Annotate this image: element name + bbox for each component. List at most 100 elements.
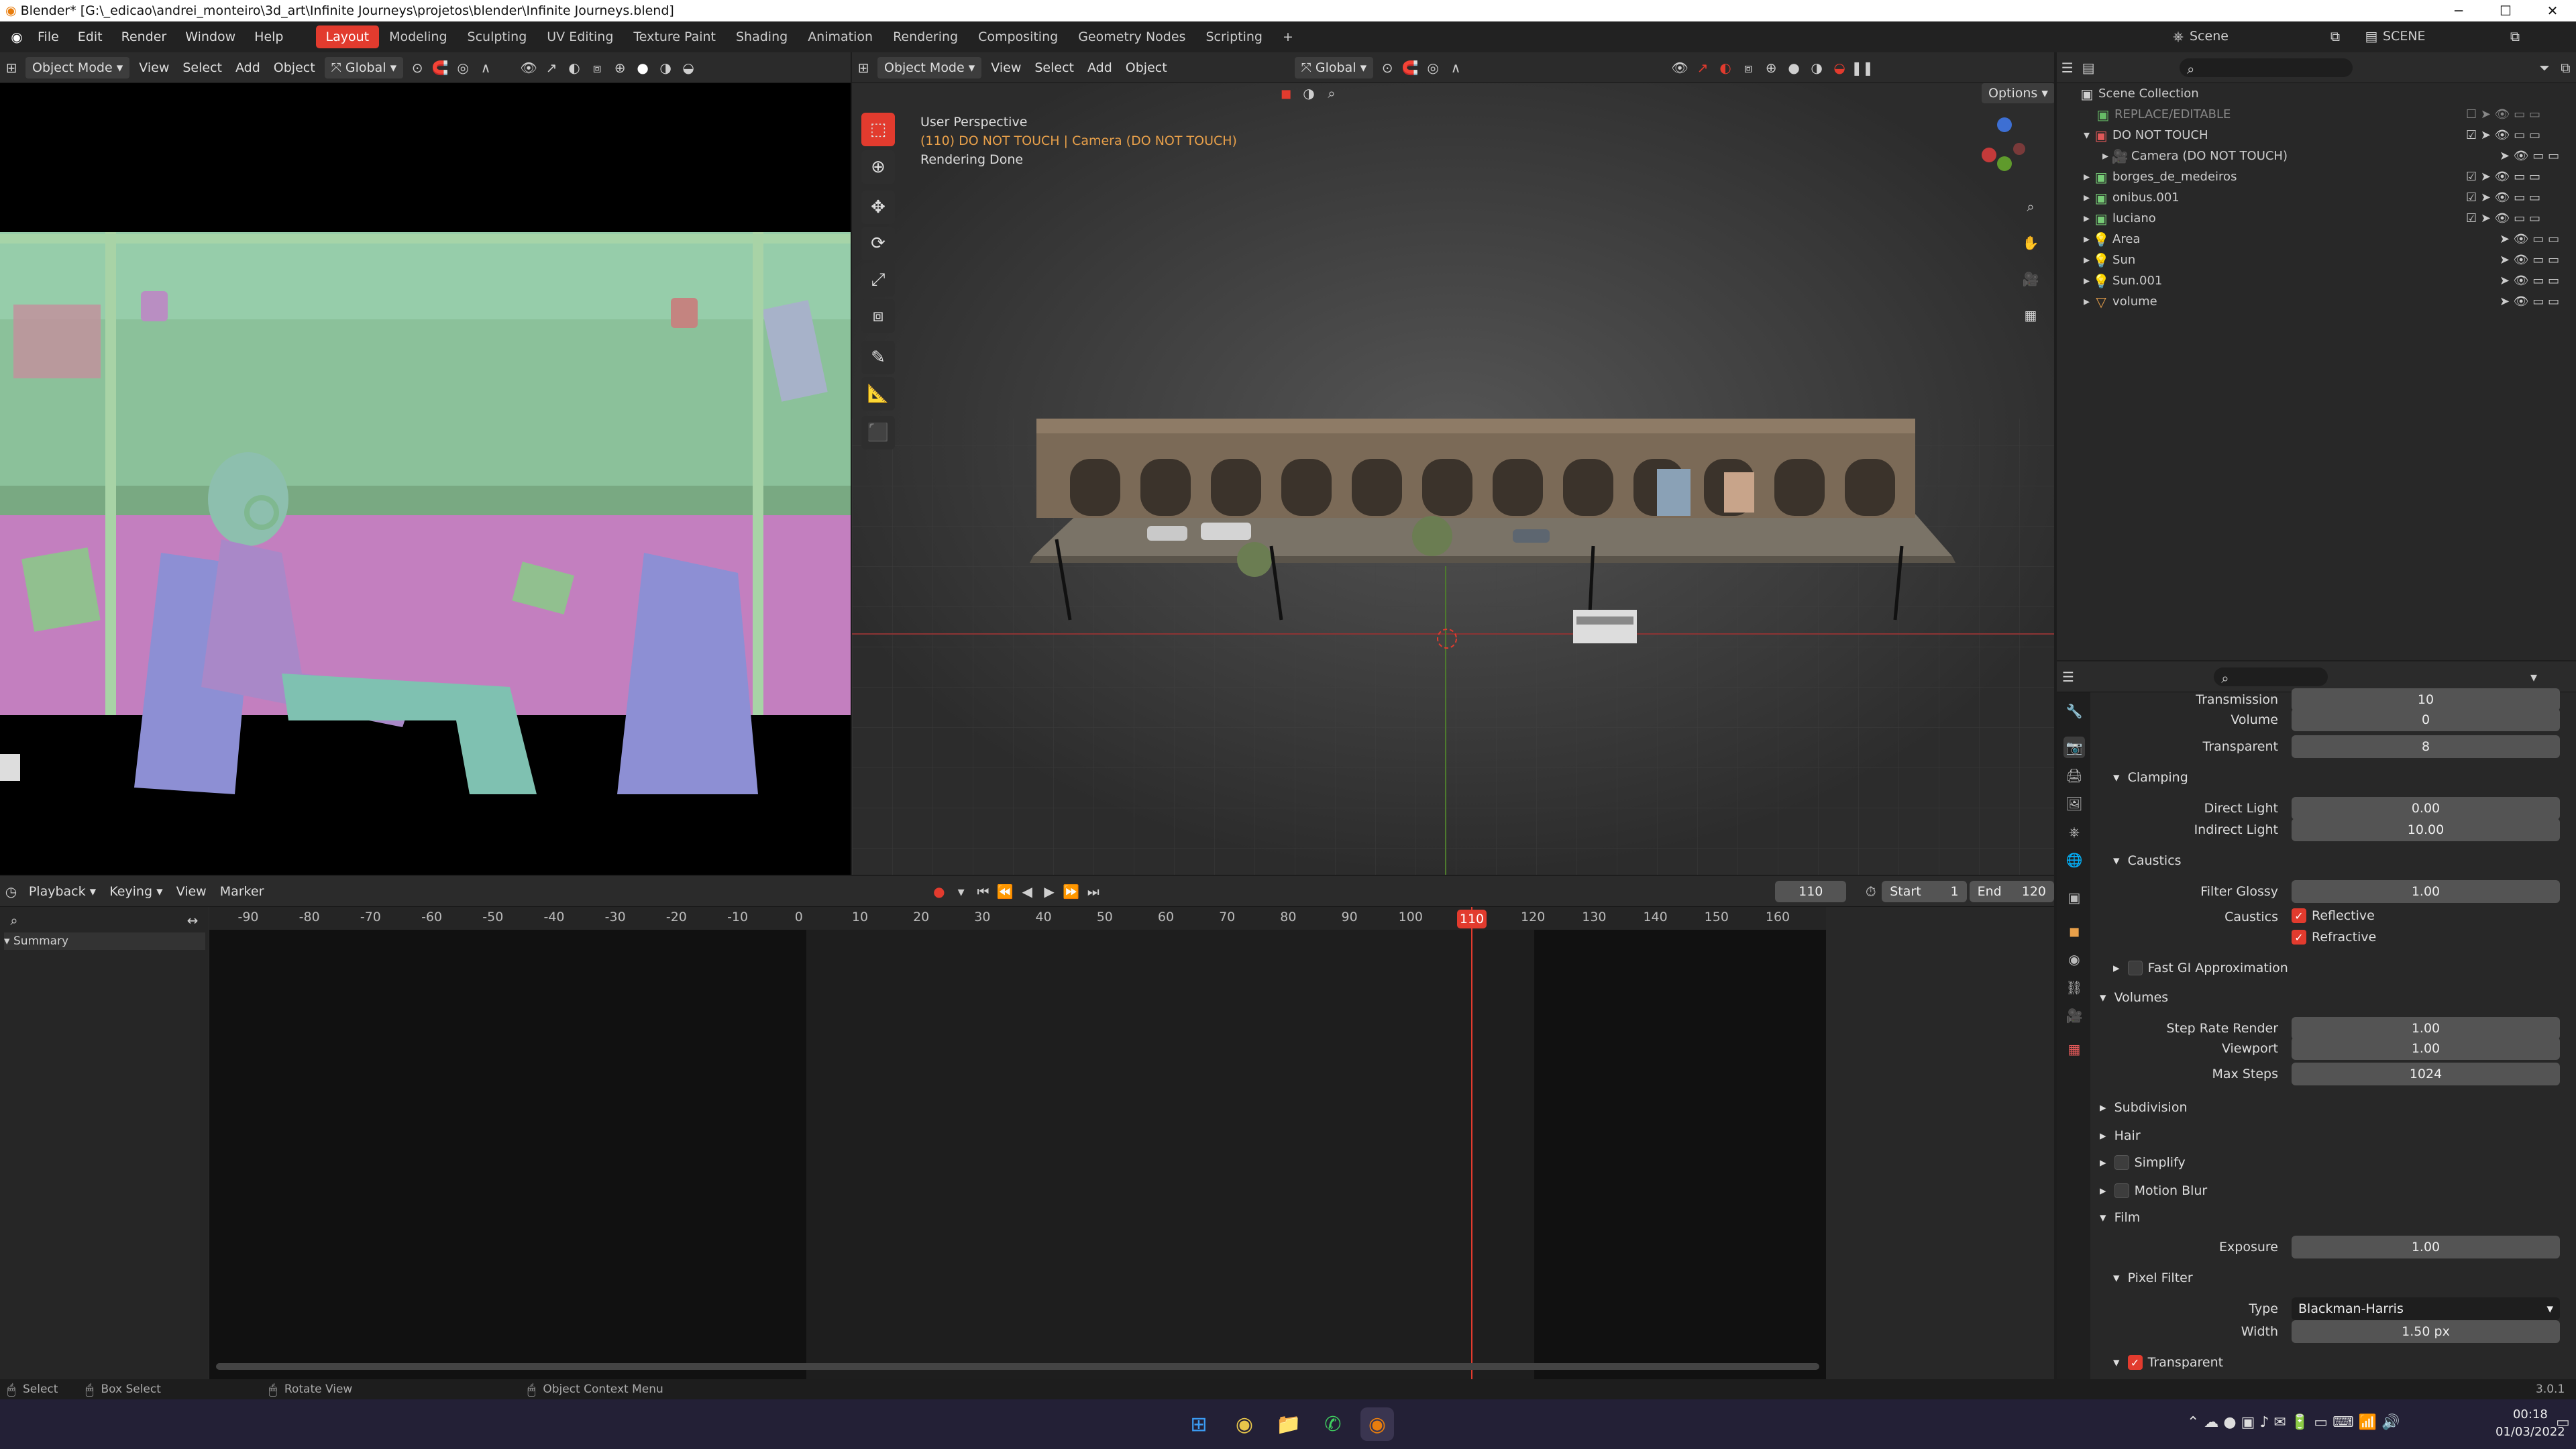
tab-scripting[interactable]: Scripting [1195,25,1273,48]
playhead-frame-badge[interactable]: 110 [1457,910,1487,928]
stopwatch-icon[interactable]: ⏱ [1860,881,1882,902]
indirect-light-field[interactable]: 10.00 [2292,818,2560,841]
pin-dropdown-icon[interactable]: ▾ [2522,666,2545,688]
pan-hand-icon[interactable]: ✋ [2019,232,2042,254]
vp-snap-icon[interactable]: 🧲 [1399,57,1421,78]
transmission-field[interactable]: 10 [2292,688,2560,711]
timeline-view-menu[interactable]: View [170,881,213,902]
filter-glossy-field[interactable]: 1.00 [2292,880,2560,903]
cam-orientation-dropdown[interactable]: ⤧ Global ▾ [324,56,404,78]
vp-pivot-icon[interactable]: ⊙ [1376,57,1399,78]
record-icon[interactable]: ● [928,881,950,902]
subdivision-section[interactable]: ▸ Subdivision [2100,1100,2188,1115]
tab-sculpting[interactable]: Sculpting [458,25,537,48]
tab-geometry-nodes[interactable]: Geometry Nodes [1068,25,1195,48]
motion-blur-section[interactable]: ▸ Motion Blur [2100,1183,2207,1198]
vp-view-menu[interactable]: View [984,57,1028,78]
expand-arrow-icon[interactable]: ▸ [2084,294,2090,309]
row-toggles[interactable]: ☑ ➤ 👁 ▭ ▭ [2466,191,2540,205]
pass-icon[interactable]: ◑ [1297,83,1320,104]
new-scene-icon[interactable]: ⧉ [2324,25,2347,47]
vp-solid-icon[interactable]: ● [1782,57,1805,78]
simplify-section[interactable]: ▸ Simplify [2100,1155,2186,1170]
keying-menu[interactable]: Keying ▾ [103,881,169,902]
outliner[interactable]: ▣ Scene Collection ▣ REPLACE/EDITABLE ☐ ➤ … [2057,83,2576,660]
whatsapp-icon[interactable]: ✆ [1316,1407,1350,1441]
new-collection-icon[interactable]: ⧉ [2555,57,2576,78]
play-icon[interactable]: ▶ [1038,881,1061,902]
pivot-icon[interactable]: ⊙ [406,57,429,78]
outliner-editor-icon[interactable]: ☰ [2057,57,2078,78]
timeline-scrollbar[interactable] [216,1363,1819,1370]
close-button[interactable]: ✕ [2529,0,2576,21]
proportional-icon[interactable]: ◎ [451,57,474,78]
refractive-checkbox[interactable]: ✓ Refractive [2292,930,2376,945]
menu-help[interactable]: Help [245,25,292,48]
outliner-row-luciano[interactable]: ▸ ▣ luciano ☑ ➤ 👁 ▭ ▭ [2057,208,2576,229]
tab-shading[interactable]: Shading [726,25,798,48]
wireframe-shading-icon[interactable]: ⊕ [608,57,631,78]
summary-channel[interactable]: ▾ Summary [4,932,205,950]
tab-texture-paint[interactable]: Texture Paint [623,25,726,48]
windows-start-icon[interactable]: ⊞ [1182,1407,1216,1441]
outliner-row-onibus[interactable]: ▸ ▣ onibus.001 ☑ ➤ 👁 ▭ ▭ [2057,187,2576,208]
max-steps-field[interactable]: 1024 [2292,1063,2560,1085]
camera-view[interactable] [0,83,851,875]
row-toggles[interactable]: ☑ ➤ 👁 ▭ ▭ [2466,128,2540,142]
timeline-editor[interactable]: ◷ Playback ▾ Keying ▾ View Marker ● ▾ ⏮ … [0,876,2055,1379]
expand-arrow-icon[interactable]: ▸ [2084,211,2090,225]
outliner-search-input[interactable]: ⌕ [2179,58,2353,77]
row-toggles[interactable]: ➤ 👁 ▭ ▭ [2500,232,2559,246]
editor-type-icon[interactable]: ⊞ [0,57,23,78]
menu-render[interactable]: Render [112,25,176,48]
check-icon[interactable]: ✓ [2127,1355,2143,1370]
vp-visibility-icon[interactable]: 👁 [1668,57,1691,78]
row-toggles[interactable]: ☐ ➤ 👁 ▭ ▭ [2466,107,2540,121]
minimize-button[interactable]: ─ [2435,0,2482,21]
expand-arrow-icon[interactable]: ▸ [2084,170,2090,184]
volume-bounces-field[interactable]: 0 [2292,708,2560,731]
properties-panel[interactable]: 🔧 📷 🖨 🖼 ⎈ 🌐 ▣ ◼ ◉ ⛓ 🎥 ▦ Transmission 10 … [2057,688,2576,1379]
outliner-row-replace-editable[interactable]: ▣ REPLACE/EDITABLE ☐ ➤ 👁 ▭ ▭ [2057,104,2576,125]
add-workspace-button[interactable]: + [1273,25,1303,48]
row-toggles[interactable]: ☑ ➤ 👁 ▭ ▭ [2466,211,2540,225]
frames-region[interactable]: -90 -80 -70 -60 -50 -40 -30 -20 -10 0 10 20 30 40 50 60… [209,907,1826,1379]
vp-gizmo-icon[interactable]: ↗ [1691,57,1714,78]
vp-overlay-icon[interactable]: ◐ [1714,57,1737,78]
measure-tool[interactable]: 📐 [861,377,895,411]
vp-object-menu[interactable]: Object [1119,57,1174,78]
tab-uv-editing[interactable]: UV Editing [537,25,623,48]
caustics-section[interactable]: ▾ Caustics [2113,853,2182,868]
exposure-field[interactable]: 1.00 [2292,1236,2560,1258]
vp-falloff-icon[interactable]: ∧ [1444,57,1467,78]
marker-menu[interactable]: Marker [213,881,271,902]
maximize-button[interactable]: ☐ [2482,0,2529,21]
outliner-row-sun001[interactable]: ▸ 💡 Sun.001 ➤ 👁 ▭ ▭ [2057,270,2576,291]
vp-select-menu[interactable]: Select [1028,57,1081,78]
vp-pause-icon[interactable]: ❚❚ [1851,57,1874,78]
tab-animation[interactable]: Animation [798,25,883,48]
menu-window[interactable]: Window [176,25,245,48]
new-view-layer-icon[interactable]: ⧉ [2504,25,2526,47]
chrome-icon[interactable]: ◉ [1228,1407,1261,1441]
transparent-bounces-field[interactable]: 8 [2292,735,2560,758]
clock[interactable]: 00:18 01/03/2022 [2496,1406,2565,1441]
search-icon[interactable]: ⌕ [3,910,25,931]
outliner-row-borges[interactable]: ▸ ▣ borges_de_medeiros ☑ ➤ 👁 ▭ ▭ [2057,166,2576,187]
falloff-icon[interactable]: ∧ [474,57,497,78]
vp-wireframe-icon[interactable]: ⊕ [1760,57,1782,78]
filter-icon[interactable]: ⏷ [2534,57,2555,78]
outliner-row-scene-collection[interactable]: ▣ Scene Collection [2057,83,2576,104]
search-icon[interactable]: ⌕ [1320,83,1343,104]
vp-mode-dropdown[interactable]: Object Mode ▾ [877,56,982,78]
add-cube-tool[interactable]: ⬛ [861,416,895,449]
rotate-tool[interactable]: ⟳ [861,227,895,260]
physics-tab-icon[interactable]: ◉ [2063,949,2085,970]
properties-editor-icon[interactable]: ☰ [2057,666,2080,688]
cam-mode-dropdown[interactable]: Object Mode ▾ [25,56,130,78]
checkbox-icon[interactable] [2127,961,2143,975]
tab-compositing[interactable]: Compositing [968,25,1068,48]
cam-select-menu[interactable]: Select [176,57,229,78]
row-toggles[interactable]: ☑ ➤ 👁 ▭ ▭ [2466,170,2540,184]
system-tray[interactable]: ⌃ ☁ ● ▣ ♪ ✉ 🔋 ▭ ⌨ 📶 🔊 [2187,1414,2400,1431]
